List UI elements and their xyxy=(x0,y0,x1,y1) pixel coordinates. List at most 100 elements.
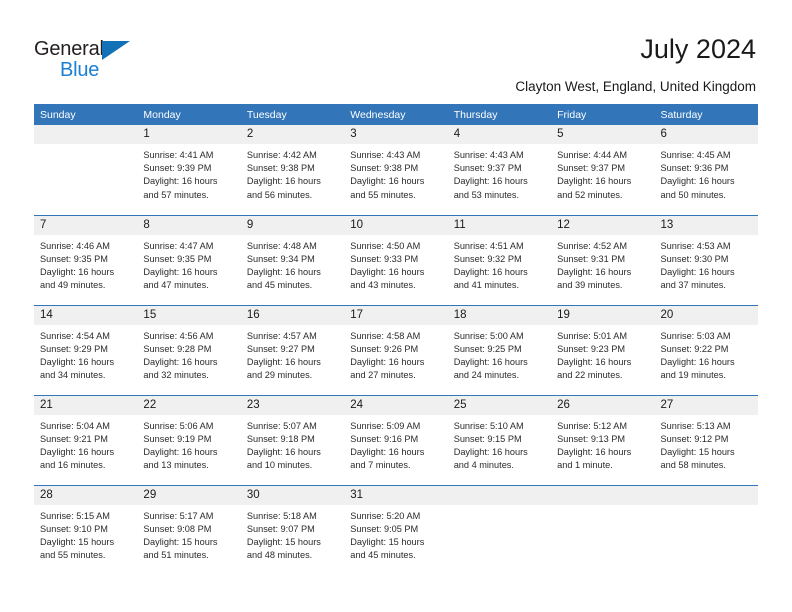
day-number: 8 xyxy=(137,215,241,235)
weekday-header-saturday: Saturday xyxy=(654,104,758,125)
calendar-day-cell-empty xyxy=(447,484,552,575)
calendar-week-row: 28 Sunrise: 5:15 AM Sunset: 9:10 PM Dayligh… xyxy=(34,484,758,575)
calendar-day-cell[interactable]: 6 Sunrise: 4:45 AM Sunset: 9:36 PM Daylight… xyxy=(654,125,758,215)
day-detail-line: Sunset: 9:15 PM xyxy=(453,433,522,444)
calendar-day-cell[interactable]: 27 Sunrise: 5:13 AM Sunset: 9:12 PM Dayligh… xyxy=(654,394,758,485)
calendar-day-cell[interactable]: 18 Sunrise: 5:00 AM Sunset: 9:25 PM Dayligh… xyxy=(447,304,552,395)
calendar-day-cell[interactable]: 4 Sunrise: 4:43 AM Sunset: 9:37 PM Daylight… xyxy=(447,125,552,215)
calendar-day-cell[interactable]: 10 Sunrise: 4:50 AM Sunset: 9:33 PM Dayligh… xyxy=(344,214,448,305)
day-detail-line: Daylight: 16 hours xyxy=(246,176,321,187)
calendar-day-cell[interactable]: 5 Sunrise: 4:44 AM Sunset: 9:37 PM Daylight… xyxy=(551,125,655,215)
day-detail-line: Daylight: 16 hours xyxy=(246,266,321,277)
day-detail-line: and 16 minutes. xyxy=(40,460,106,471)
day-detail-line: Sunrise: 4:57 AM xyxy=(246,330,317,341)
day-number: 9 xyxy=(240,215,345,235)
day-details: Sunrise: 5:04 AM Sunset: 9:21 PM Daylight:… xyxy=(34,415,137,473)
calendar-day-cell-empty xyxy=(551,484,655,575)
calendar-day-cell[interactable]: 8 Sunrise: 4:47 AM Sunset: 9:35 PM Daylight… xyxy=(137,214,241,305)
calendar-day-cell[interactable]: 31 Sunrise: 5:20 AM Sunset: 9:05 PM Dayligh… xyxy=(344,484,448,575)
calendar-day-cell[interactable]: 12 Sunrise: 4:52 AM Sunset: 9:31 PM Dayligh… xyxy=(551,214,655,305)
day-details: Sunrise: 4:52 AM Sunset: 9:31 PM Daylight:… xyxy=(551,235,654,293)
calendar-day-cell[interactable]: 22 Sunrise: 5:06 AM Sunset: 9:19 PM Dayligh… xyxy=(137,394,241,485)
calendar-day-cell[interactable]: 13 Sunrise: 4:53 AM Sunset: 9:30 PM Dayligh… xyxy=(654,214,758,305)
day-detail-line: Sunrise: 5:07 AM xyxy=(246,420,317,431)
weekday-header-monday: Monday xyxy=(137,104,241,125)
day-number: 25 xyxy=(447,395,552,415)
day-detail-line: Daylight: 16 hours xyxy=(143,356,218,367)
calendar-day-cell[interactable]: 16 Sunrise: 4:57 AM Sunset: 9:27 PM Dayligh… xyxy=(240,304,345,395)
day-detail-line: and 50 minutes. xyxy=(660,189,726,200)
day-cell-content: 27 Sunrise: 5:13 AM Sunset: 9:12 PM Dayligh… xyxy=(654,395,758,484)
day-number: 22 xyxy=(137,395,241,415)
day-detail-line: and 37 minutes. xyxy=(660,280,726,291)
day-detail-line: Daylight: 16 hours xyxy=(350,176,425,187)
day-detail-line: and 55 minutes. xyxy=(40,550,106,561)
day-cell-content: 8 Sunrise: 4:47 AM Sunset: 9:35 PM Daylight… xyxy=(137,215,241,304)
calendar-day-cell[interactable]: 14 Sunrise: 4:54 AM Sunset: 9:29 PM Dayligh… xyxy=(34,304,138,395)
day-detail-line: and 57 minutes. xyxy=(143,189,209,200)
day-cell-content: 13 Sunrise: 4:53 AM Sunset: 9:30 PM Dayligh… xyxy=(654,215,758,304)
calendar-day-cell[interactable]: 28 Sunrise: 5:15 AM Sunset: 9:10 PM Dayligh… xyxy=(34,484,138,575)
calendar-day-cell[interactable]: 17 Sunrise: 4:58 AM Sunset: 9:26 PM Dayligh… xyxy=(344,304,448,395)
day-detail-line: Sunrise: 4:51 AM xyxy=(453,240,524,251)
day-number: 11 xyxy=(447,215,552,235)
day-cell-content: 5 Sunrise: 4:44 AM Sunset: 9:37 PM Daylight… xyxy=(551,125,655,213)
calendar-day-cell[interactable]: 29 Sunrise: 5:17 AM Sunset: 9:08 PM Dayligh… xyxy=(137,484,241,575)
day-detail-line: and 7 minutes. xyxy=(350,460,411,471)
day-details: Sunrise: 5:18 AM Sunset: 9:07 PM Daylight:… xyxy=(241,505,344,563)
day-detail-line: Sunset: 9:33 PM xyxy=(350,253,419,264)
calendar-day-cell[interactable]: 24 Sunrise: 5:09 AM Sunset: 9:16 PM Dayligh… xyxy=(344,394,448,485)
day-detail-line: and 49 minutes. xyxy=(40,280,106,291)
day-cell-content: 12 Sunrise: 4:52 AM Sunset: 9:31 PM Dayligh… xyxy=(551,215,655,304)
day-detail-line: Daylight: 16 hours xyxy=(557,176,632,187)
day-number: 19 xyxy=(551,305,655,325)
day-detail-line: Daylight: 16 hours xyxy=(40,356,115,367)
calendar-day-cell[interactable]: 20 Sunrise: 5:03 AM Sunset: 9:22 PM Dayligh… xyxy=(654,304,758,395)
day-number: 24 xyxy=(344,395,448,415)
calendar-day-cell[interactable]: 15 Sunrise: 4:56 AM Sunset: 9:28 PM Dayligh… xyxy=(137,304,241,395)
day-detail-line: and 55 minutes. xyxy=(350,189,416,200)
day-detail-line: Sunrise: 4:54 AM xyxy=(40,330,110,341)
day-detail-line: Sunrise: 4:56 AM xyxy=(143,330,214,341)
day-number: 4 xyxy=(447,125,552,144)
day-details: Sunrise: 4:56 AM Sunset: 9:28 PM Daylight:… xyxy=(137,325,240,383)
day-detail-line: Daylight: 16 hours xyxy=(453,356,528,367)
day-detail-line: Sunrise: 5:12 AM xyxy=(557,420,628,431)
day-detail-line: and 45 minutes. xyxy=(246,280,313,291)
calendar-day-cell[interactable]: 11 Sunrise: 4:51 AM Sunset: 9:32 PM Dayligh… xyxy=(447,214,552,305)
calendar-day-cell[interactable]: 9 Sunrise: 4:48 AM Sunset: 9:34 PM Daylight… xyxy=(240,214,345,305)
calendar-day-cell[interactable]: 3 Sunrise: 4:43 AM Sunset: 9:38 PM Daylight… xyxy=(344,125,448,215)
day-cell-content: 15 Sunrise: 4:56 AM Sunset: 9:28 PM Dayligh… xyxy=(137,305,241,394)
calendar-day-cell[interactable]: 7 Sunrise: 4:46 AM Sunset: 9:35 PM Daylight… xyxy=(34,214,138,305)
calendar-day-cell[interactable]: 23 Sunrise: 5:07 AM Sunset: 9:18 PM Dayligh… xyxy=(240,394,345,485)
day-detail-line: Sunset: 9:38 PM xyxy=(246,163,315,174)
calendar-day-cell[interactable]: 19 Sunrise: 5:01 AM Sunset: 9:23 PM Dayligh… xyxy=(551,304,655,395)
calendar-day-cell[interactable]: 1 Sunrise: 4:41 AM Sunset: 9:39 PM Daylight… xyxy=(137,125,241,215)
day-number: 3 xyxy=(344,125,448,144)
day-details: Sunrise: 5:07 AM Sunset: 9:18 PM Daylight:… xyxy=(241,415,344,473)
calendar-day-cell[interactable]: 2 Sunrise: 4:42 AM Sunset: 9:38 PM Daylight… xyxy=(240,125,345,215)
calendar-day-cell[interactable]: 25 Sunrise: 5:10 AM Sunset: 9:15 PM Dayligh… xyxy=(447,394,552,485)
day-detail-line: Daylight: 16 hours xyxy=(246,356,321,367)
day-number: 12 xyxy=(551,215,655,235)
day-detail-line: Sunrise: 4:45 AM xyxy=(660,150,731,160)
calendar-day-cell[interactable]: 30 Sunrise: 5:18 AM Sunset: 9:07 PM Dayligh… xyxy=(240,484,345,575)
day-detail-line: Sunset: 9:18 PM xyxy=(246,433,315,444)
day-details: Sunrise: 5:10 AM Sunset: 9:15 PM Daylight:… xyxy=(448,415,551,473)
day-detail-line: Sunset: 9:19 PM xyxy=(143,433,212,444)
day-cell-content: 7 Sunrise: 4:46 AM Sunset: 9:35 PM Daylight… xyxy=(34,215,138,304)
day-detail-line: Sunrise: 4:43 AM xyxy=(350,150,421,160)
day-details: Sunrise: 4:41 AM Sunset: 9:39 PM Daylight:… xyxy=(137,144,240,202)
day-detail-line: Daylight: 16 hours xyxy=(453,176,528,187)
day-number xyxy=(551,485,655,505)
day-detail-line: Sunset: 9:27 PM xyxy=(246,343,315,354)
day-cell-content: 9 Sunrise: 4:48 AM Sunset: 9:34 PM Daylight… xyxy=(240,215,345,304)
day-detail-line: and 29 minutes. xyxy=(246,370,313,381)
day-details: Sunrise: 4:54 AM Sunset: 9:29 PM Daylight:… xyxy=(34,325,137,383)
calendar-day-cell[interactable]: 21 Sunrise: 5:04 AM Sunset: 9:21 PM Dayligh… xyxy=(34,394,138,485)
day-detail-line: Sunset: 9:08 PM xyxy=(143,523,212,534)
day-detail-line: Daylight: 16 hours xyxy=(660,176,735,187)
day-cell-content: 14 Sunrise: 4:54 AM Sunset: 9:29 PM Dayligh… xyxy=(34,305,138,394)
calendar-day-cell[interactable]: 26 Sunrise: 5:12 AM Sunset: 9:13 PM Dayligh… xyxy=(551,394,655,485)
logo-text-general: General xyxy=(34,38,104,60)
